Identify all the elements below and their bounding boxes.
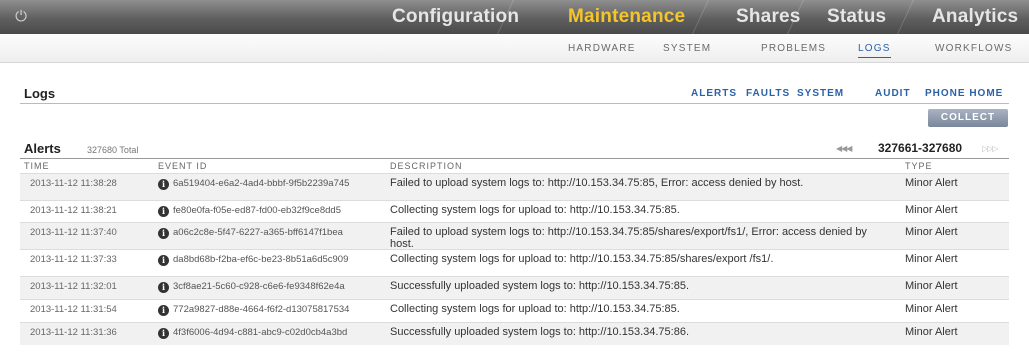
- log-type-phone-home[interactable]: PHONE HOME: [925, 88, 1003, 99]
- cell-event-id[interactable]: i 772a9827-d88e-4664-f6f2-d13075817534: [158, 304, 349, 316]
- column-header-time[interactable]: TIME: [24, 161, 50, 171]
- cell-time: 2013-11-12 11:38:28: [30, 178, 117, 189]
- cell-description: Collecting system logs for upload to: ht…: [390, 253, 774, 265]
- nav-divider: [692, 0, 709, 34]
- subnav-system[interactable]: SYSTEM: [663, 43, 711, 54]
- cell-event-id[interactable]: i a06c2c8e-5f47-6227-a365-bff6147f1bea: [158, 227, 343, 239]
- tab-analytics[interactable]: Analytics: [932, 6, 1018, 28]
- cell-event-id[interactable]: i fe80e0fa-f05e-ed87-fd00-eb32f9ce8dd5: [158, 205, 341, 217]
- cell-description: Collecting system logs for upload to: ht…: [390, 204, 680, 216]
- cell-time: 2013-11-12 11:37:33: [30, 254, 117, 265]
- table-row[interactable]: 2013-11-12 11:37:33 i da8bd68b-f2ba-ef6c-…: [20, 249, 1009, 277]
- table-header: TIME EVENT ID DESCRIPTION TYPE: [20, 158, 1009, 171]
- event-id-text: 772a9827-d88e-4664-f6f2-d13075817534: [173, 304, 350, 315]
- cell-type: Minor Alert: [905, 226, 958, 238]
- table-row[interactable]: 2013-11-12 11:31:36 i 4f3f6006-4d94-c881-…: [20, 322, 1009, 345]
- divider: [20, 103, 1009, 104]
- cell-event-id[interactable]: i 6a519404-e6a2-4ad4-bbbf-9f5b2239a745: [158, 178, 349, 190]
- power-icon[interactable]: ⏻: [12, 8, 30, 26]
- cell-description: Failed to upload system logs to: http://…: [390, 226, 867, 250]
- table-row[interactable]: 2013-11-12 11:37:40 i a06c2c8e-5f47-6227-…: [20, 222, 1009, 250]
- cell-description: Failed to upload system logs to: http://…: [390, 177, 804, 189]
- alerts-total-count: 327680 Total: [87, 145, 139, 155]
- tab-maintenance[interactable]: Maintenance: [568, 6, 685, 28]
- cell-time: 2013-11-12 11:37:40: [30, 227, 117, 238]
- info-icon[interactable]: i: [158, 206, 169, 217]
- log-type-audit[interactable]: AUDIT: [875, 88, 911, 99]
- cell-type: Minor Alert: [905, 177, 958, 189]
- info-icon[interactable]: i: [158, 228, 169, 239]
- info-icon[interactable]: i: [158, 282, 169, 293]
- cell-time: 2013-11-12 11:31:54: [30, 304, 117, 315]
- log-type-system[interactable]: SYSTEM: [797, 88, 844, 99]
- pager-next-last-icon[interactable]: ▷▷▷: [982, 144, 999, 153]
- subnav-logs[interactable]: LOGS: [858, 43, 891, 58]
- pager-first-prev-icon[interactable]: ◀◀◀: [836, 144, 853, 153]
- event-id-text: da8bd68b-f2ba-ef6c-be23-8b51a6d5c909: [173, 254, 349, 265]
- table-row[interactable]: 2013-11-12 11:31:54 i 772a9827-d88e-4664-…: [20, 299, 1009, 323]
- info-icon[interactable]: i: [158, 255, 169, 266]
- sub-nav-bar: HARDWARE SYSTEM PROBLEMS LOGS WORKFLOWS: [0, 34, 1029, 63]
- tab-status[interactable]: Status: [827, 6, 886, 28]
- table-row[interactable]: 2013-11-12 11:38:21 i fe80e0fa-f05e-ed87-…: [20, 200, 1009, 223]
- cell-type: Minor Alert: [905, 280, 958, 292]
- event-id-text: fe80e0fa-f05e-ed87-fd00-eb32f9ce8dd5: [173, 205, 341, 216]
- column-header-type[interactable]: TYPE: [905, 161, 933, 171]
- page-title: Logs: [24, 86, 56, 101]
- top-nav-bar: ⏻ Configuration Maintenance Shares Statu…: [0, 0, 1029, 35]
- nav-divider: [897, 0, 914, 34]
- cell-type: Minor Alert: [905, 204, 958, 216]
- log-type-alerts[interactable]: ALERTS: [691, 88, 737, 99]
- table-row[interactable]: 2013-11-12 11:32:01 i 3cf8ae21-5c60-c928-…: [20, 276, 1009, 300]
- cell-description: Successfully uploaded system logs to: ht…: [390, 280, 690, 292]
- cell-event-id[interactable]: i 4f3f6006-4d94-c881-abc9-c02d0cb4a3bd: [158, 327, 347, 339]
- event-id-text: 4f3f6006-4d94-c881-abc9-c02d0cb4a3bd: [173, 327, 348, 338]
- cell-type: Minor Alert: [905, 303, 958, 315]
- cell-description: Collecting system logs for upload to: ht…: [390, 303, 680, 315]
- tab-shares[interactable]: Shares: [736, 6, 801, 28]
- subnav-problems[interactable]: PROBLEMS: [761, 43, 826, 54]
- table-row[interactable]: 2013-11-12 11:38:28 i 6a519404-e6a2-4ad4-…: [20, 173, 1009, 201]
- cell-time: 2013-11-12 11:38:21: [30, 205, 117, 216]
- log-type-faults[interactable]: FAULTS: [746, 88, 790, 99]
- info-icon[interactable]: i: [158, 305, 169, 316]
- alerts-title: Alerts: [24, 141, 61, 156]
- subnav-workflows[interactable]: WORKFLOWS: [935, 43, 1012, 54]
- cell-type: Minor Alert: [905, 326, 958, 338]
- info-icon[interactable]: i: [158, 328, 169, 339]
- cell-time: 2013-11-12 11:31:36: [30, 327, 117, 338]
- cell-type: Minor Alert: [905, 253, 958, 265]
- info-icon[interactable]: i: [158, 179, 169, 190]
- event-id-text: a06c2c8e-5f47-6227-a365-bff6147f1bea: [173, 227, 343, 238]
- column-header-event-id[interactable]: EVENT ID: [158, 161, 207, 171]
- cell-description: Successfully uploaded system logs to: ht…: [390, 326, 690, 338]
- event-id-text: 6a519404-e6a2-4ad4-bbbf-9f5b2239a745: [173, 178, 350, 189]
- subnav-hardware[interactable]: HARDWARE: [568, 43, 636, 54]
- cell-event-id[interactable]: i 3cf8ae21-5c60-c928-c6e6-fe9348f62e4a: [158, 281, 345, 293]
- column-header-description[interactable]: DESCRIPTION: [390, 161, 463, 171]
- pager-range: 327661-327680: [878, 141, 963, 155]
- cell-time: 2013-11-12 11:32:01: [30, 281, 117, 292]
- tab-configuration[interactable]: Configuration: [392, 6, 519, 28]
- cell-event-id[interactable]: i da8bd68b-f2ba-ef6c-be23-8b51a6d5c909: [158, 254, 348, 266]
- event-id-text: 3cf8ae21-5c60-c928-c6e6-fe9348f62e4a: [173, 281, 345, 292]
- collect-button[interactable]: COLLECT: [928, 109, 1008, 127]
